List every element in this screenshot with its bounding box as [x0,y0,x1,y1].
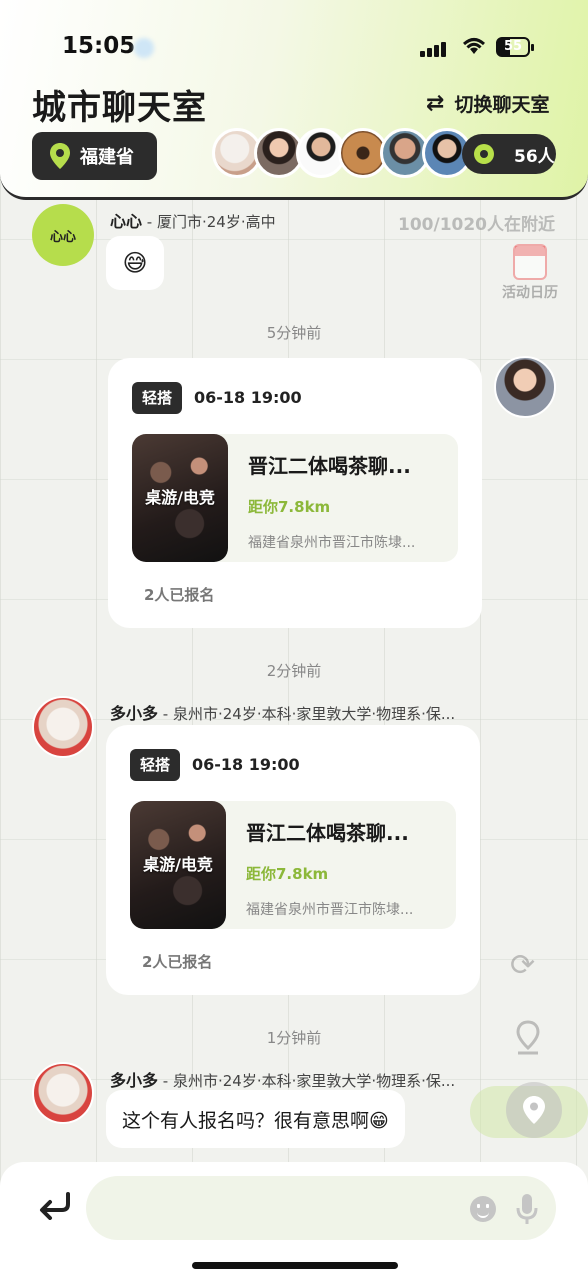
province-selector-button[interactable]: 福建省 [32,132,157,180]
home-indicator [192,1262,398,1269]
page-title: 城市聊天室 [32,88,207,128]
card-tag: 轻搭 [132,382,183,414]
time-separator: 1分钟前 [266,1029,322,1047]
calendar-icon [513,244,547,280]
activity-address: 福建省泉州市晋江市陈埭... [248,535,416,551]
activity-image: 桌游/电竞 [132,434,228,562]
activity-title: 晋江二体喝茶聊... [246,821,409,845]
card-datetime: 06-18 19:00 [194,388,302,407]
back-arrow-icon[interactable] [38,1192,74,1228]
sender-line: 多小多 - 泉州市·24岁·本科·家里敦大学·物理系·保... [110,1067,455,1091]
map-location-button[interactable] [506,1082,562,1138]
message-input[interactable] [86,1176,556,1240]
card-tag: 轻搭 [130,749,181,781]
activity-title: 晋江二体喝茶聊... [248,454,411,478]
online-avatars[interactable] [212,128,472,180]
online-indicator-icon [474,144,494,164]
switch-arrows-icon: ⇄ [426,91,445,116]
avatar[interactable] [494,356,556,418]
card-content: 桌游/电竞 晋江二体喝茶聊... 距你7.8km 福建省泉州市晋江市陈埭... [130,801,456,929]
emoji-icon[interactable] [470,1196,496,1222]
microphone-icon[interactable] [516,1192,538,1226]
activity-calendar-button[interactable]: 活动日历 [492,244,568,316]
sender-name: 多小多 [110,1071,159,1090]
card-datetime: 06-18 19:00 [192,755,300,774]
activity-distance: 距你7.8km [246,865,329,883]
status-time: 15:05 [62,33,136,59]
time-separator: 2分钟前 [266,662,322,680]
sender-line: 多小多 - 泉州市·24岁·本科·家里敦大学·物理系·保... [110,700,455,724]
activity-address: 福建省泉州市晋江市陈埭... [246,902,414,918]
activity-category: 桌游/电竞 [145,488,215,507]
avatar[interactable] [32,1062,94,1124]
sender-meta: - 厦门市·24岁·高中 [142,213,276,231]
switch-chatroom-button[interactable]: ⇄ 切换聊天室 [426,90,549,117]
location-pin-icon [50,143,70,169]
online-count: 56人 [514,146,555,167]
online-count-badge[interactable]: 56人 [462,134,556,174]
cellular-signal-icon [420,38,448,57]
wifi-icon [461,36,487,61]
avatar[interactable] [32,696,94,758]
sender-name: 多小多 [110,704,159,723]
province-label: 福建省 [80,147,134,168]
signup-count: 2人已报名 [144,586,215,604]
activity-card[interactable]: 轻搭 06-18 19:00 桌游/电竞 晋江二体喝茶聊... 距你7.8km … [106,725,480,995]
sender-line: 心心 - 厦门市·24岁·高中 [110,208,276,232]
activity-distance: 距你7.8km [248,498,331,516]
sender-name: 心心 [110,212,143,231]
time-separator: 5分钟前 [266,324,322,342]
activity-image: 桌游/电竞 [130,801,226,929]
nearby-count: 100/1020人在附近 [398,215,556,235]
activity-category: 桌游/电竞 [143,855,213,874]
battery-icon: 55 [496,37,534,57]
sender-meta: - 泉州市·24岁·本科·家里敦大学·物理系·保... [158,705,456,723]
refresh-icon[interactable]: ⟳ [510,948,535,983]
switch-chatroom-label: 切换聊天室 [454,94,550,116]
camera-indicator-icon [134,38,154,58]
activity-calendar-label: 活动日历 [502,285,558,301]
card-content: 桌游/电竞 晋江二体喝茶聊... 距你7.8km 福建省泉州市晋江市陈埭... [132,434,458,562]
signup-count: 2人已报名 [142,953,213,971]
message-bubble[interactable]: 这个有人报名吗？很有意思啊😁 [106,1090,405,1148]
header: 15:05 55 城市聊天室 ⇄ 切换聊天室 福建省 56人 [0,0,588,200]
message-bubble[interactable]: 😅 [106,236,164,290]
sender-meta: - 泉州市·24岁·本科·家里敦大学·物理系·保... [158,1072,456,1090]
avatar[interactable]: 心心 [32,204,94,266]
activity-card[interactable]: 轻搭 06-18 19:00 桌游/电竞 晋江二体喝茶聊... 距你7.8km … [108,358,482,628]
